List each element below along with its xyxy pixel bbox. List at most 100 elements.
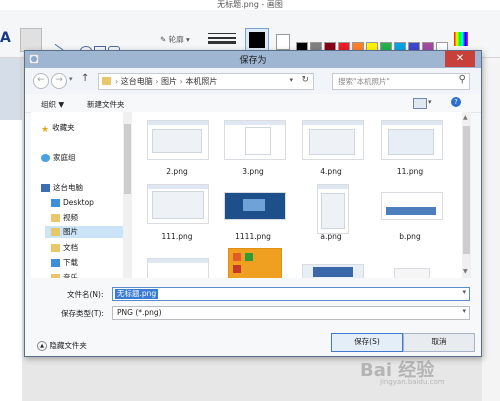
nav-item-downloads[interactable]: 下载 [51, 257, 78, 269]
view-options-icon[interactable] [413, 98, 427, 109]
address-dropdown[interactable]: ▾ [289, 76, 293, 84]
nav-item-label: 视频 [63, 213, 78, 222]
folder-icon [51, 228, 60, 236]
nav-item-music[interactable]: 音乐 [51, 272, 78, 278]
nav-item-label: 这台电脑 [53, 183, 83, 192]
breadcrumb-this-pc[interactable]: 这台电脑 [121, 77, 153, 86]
file-type-value: PNG (*.png) [117, 308, 162, 317]
file-name-label: 文件名(N): [67, 290, 104, 299]
file-name[interactable]: 4.png [296, 167, 366, 176]
color2-selector[interactable] [276, 34, 290, 50]
file-thumbnail[interactable] [302, 120, 364, 160]
arrow-left-icon: ← [37, 75, 45, 85]
nav-item-label: Desktop [63, 198, 94, 207]
file-name[interactable]: 111.png [142, 232, 212, 241]
nav-item-desktop[interactable]: Desktop [51, 197, 94, 209]
file-thumbnail[interactable] [317, 184, 349, 234]
file-thumbnail[interactable] [147, 258, 209, 278]
close-icon: ✕ [455, 53, 465, 64]
file-name[interactable]: 1111.png [218, 232, 288, 241]
arrow-up-icon: ↑ [81, 73, 90, 84]
cancel-button[interactable]: 取消 [403, 333, 475, 352]
file-thumbnail[interactable] [147, 184, 209, 224]
file-thumbnail[interactable] [394, 268, 430, 278]
nav-item-label: 音乐 [63, 273, 78, 278]
file-thumbnail[interactable] [147, 120, 209, 160]
file-name[interactable]: a.png [296, 232, 366, 241]
file-thumbnail[interactable] [302, 264, 364, 278]
folder-icon [51, 244, 60, 252]
save-as-dialog: 保存为 ✕ ← → ▾ ↑ › 这台电脑 › 图片 › 本机照片 ▾ ↻ 搜索"… [24, 50, 482, 357]
file-thumbnail[interactable] [381, 120, 443, 160]
file-list-scrollbar[interactable]: ▲ ▼ [462, 112, 471, 278]
nav-item-documents[interactable]: 文档 [51, 242, 78, 254]
organize-button[interactable]: 组织 ▼ [41, 99, 64, 110]
watermark-url: jingyan.baidu.com [380, 378, 445, 386]
file-thumbnail[interactable] [381, 192, 443, 220]
nav-item-label: 图片 [63, 227, 78, 236]
scrollbar-thumb[interactable] [463, 126, 470, 254]
file-thumbnail[interactable] [224, 120, 286, 160]
scroll-down-icon[interactable]: ▼ [463, 268, 468, 275]
file-thumbnail[interactable] [224, 192, 286, 220]
save-button[interactable]: 保存(S) [331, 333, 403, 352]
navigation-bar: ← → ▾ ↑ › 这台电脑 › 图片 › 本机照片 ▾ ↻ 搜索"本机照片" … [25, 68, 481, 94]
file-name[interactable]: b.png [375, 232, 445, 241]
watermark-logo: Bai 经验 [360, 360, 435, 381]
up-button[interactable]: ↑ [81, 73, 89, 84]
chevron-up-icon: ▲ [37, 341, 47, 351]
nav-item-label: 下载 [63, 258, 78, 267]
breadcrumb-local-photos[interactable]: 本机照片 [185, 77, 217, 86]
outline-label: 轮廓 [168, 35, 184, 44]
file-name[interactable]: 2.png [142, 167, 212, 176]
back-button[interactable]: ← [33, 73, 49, 89]
dialog-titlebar[interactable]: 保存为 ✕ [25, 51, 481, 68]
breadcrumb-pictures[interactable]: 图片 [161, 77, 177, 86]
forward-button[interactable]: → [51, 73, 67, 89]
nav-item-pictures[interactable]: 图片 [45, 226, 133, 238]
edit-colors-icon[interactable] [454, 32, 468, 46]
file-thumbnail[interactable] [228, 248, 282, 278]
folder-icon [51, 259, 60, 267]
address-bar[interactable]: › 这台电脑 › 图片 › 本机照片 ▾ ↻ [98, 73, 314, 90]
homegroup-icon [41, 154, 50, 162]
navigation-scrollbar[interactable] [123, 112, 132, 278]
nav-item-homegroup[interactable]: 家庭组 [41, 152, 76, 164]
hide-folders-toggle[interactable]: ▲ 隐藏文件夹 [37, 340, 87, 351]
nav-item-this-pc[interactable]: 这台电脑 [41, 182, 83, 194]
arrow-right-icon: → [55, 75, 63, 85]
refresh-button[interactable]: ↻ [301, 75, 309, 85]
file-name[interactable]: 11.png [375, 167, 445, 176]
scroll-up-icon[interactable]: ▲ [463, 114, 468, 121]
file-name[interactable]: 3.png [218, 167, 288, 176]
refresh-icon: ↻ [301, 75, 309, 85]
command-bar: 组织 ▼ 新建文件夹 ▾ ? [25, 94, 481, 113]
help-icon[interactable]: ? [451, 97, 461, 107]
close-button[interactable]: ✕ [445, 51, 475, 67]
nav-item-favorites[interactable]: ★ 收藏夹 [41, 122, 75, 135]
search-box[interactable]: 搜索"本机照片" ⚲ [332, 73, 470, 90]
folder-icon [51, 274, 60, 278]
nav-item-videos[interactable]: 视频 [51, 212, 78, 224]
folder-icon [51, 199, 60, 207]
recent-locations-dropdown[interactable]: ▾ [69, 75, 73, 83]
computer-icon [41, 184, 50, 192]
chevron-down-icon[interactable]: ▾ [462, 307, 466, 315]
view-dropdown[interactable]: ▾ [428, 98, 432, 106]
paint-workspace-right [482, 58, 500, 401]
search-icon[interactable]: ⚲ [459, 74, 466, 85]
file-list: 2.png 3.png 4.png 11.png 111.png 1111.pn… [132, 112, 468, 278]
folder-icon [51, 214, 60, 222]
paint-canvas[interactable] [0, 120, 22, 401]
file-name-input[interactable]: 无标题.png ▾ [112, 287, 470, 301]
outline-dropdown[interactable]: ✎ 轮廓 ▾ [160, 34, 190, 45]
star-icon: ★ [41, 125, 50, 135]
brush-icon[interactable] [20, 28, 42, 52]
chevron-down-icon[interactable]: ▾ [462, 288, 466, 296]
line-size-icon[interactable] [208, 32, 236, 46]
file-type-label: 保存类型(T): [61, 309, 104, 318]
text-tool-icon[interactable]: A [0, 30, 12, 46]
file-type-select[interactable]: PNG (*.png) ▾ [112, 306, 470, 320]
new-folder-button[interactable]: 新建文件夹 [87, 99, 125, 110]
scrollbar-thumb[interactable] [124, 124, 131, 194]
